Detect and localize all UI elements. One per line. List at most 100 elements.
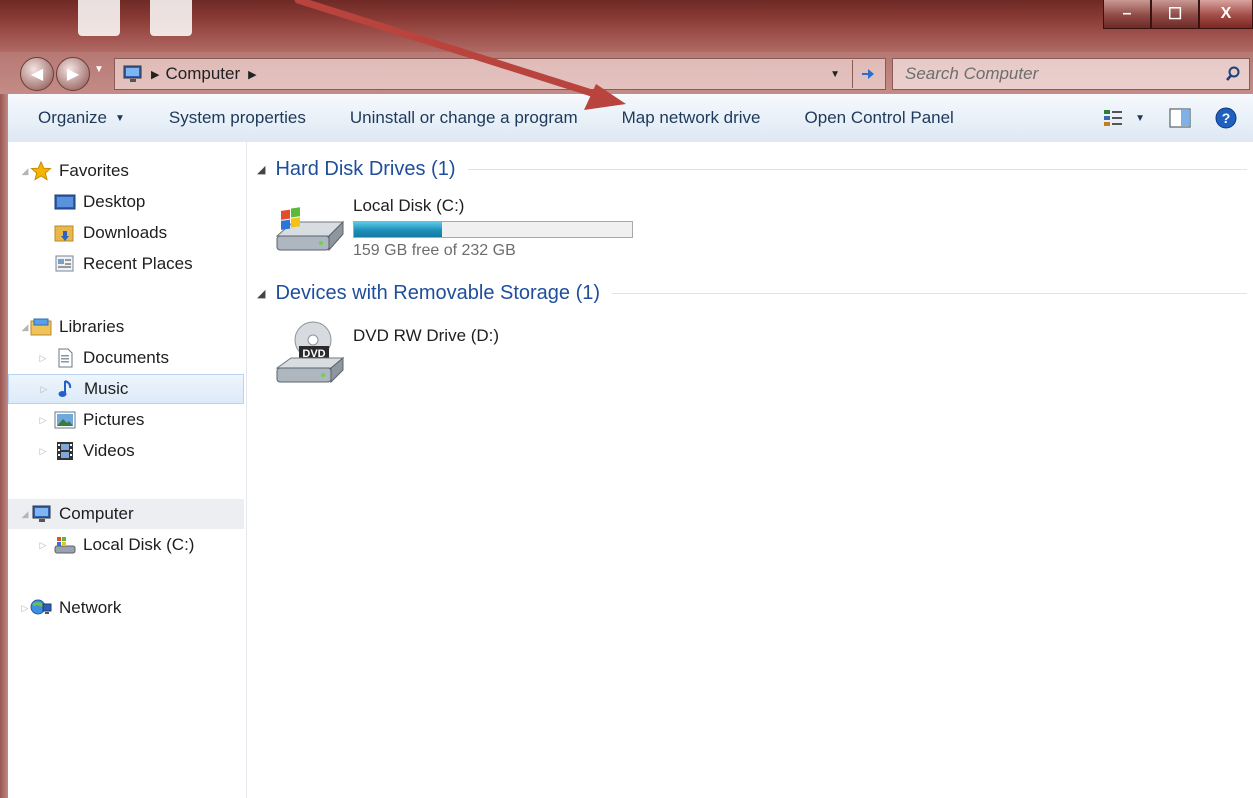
nav-music[interactable]: ▷ Music [8,374,244,404]
system-properties-button[interactable]: System properties [147,94,328,142]
map-network-drive-button[interactable]: Map network drive [600,94,783,142]
nav-desktop-label: Desktop [83,192,146,211]
collapsed-arrow-icon[interactable]: ▷ [39,384,49,395]
downloads-folder-icon [54,223,76,243]
svg-text:?: ? [1222,110,1231,126]
recent-places-icon [54,254,76,274]
computer-icon [121,64,145,84]
nav-network[interactable]: ▷ Network [8,593,244,623]
group-divider [612,293,1247,294]
help-button[interactable]: ? [1205,94,1253,142]
nav-desktop[interactable]: Desktop [8,187,244,217]
nav-libraries[interactable]: ◢ Libraries [8,312,244,342]
minimize-button[interactable]: – [1103,0,1151,29]
view-options-icon [1104,110,1123,126]
window-left-frame [0,94,8,798]
nav-local-disk[interactable]: ▷ Local Disk (C:) [8,530,244,560]
nav-computer-label: Computer [59,504,134,523]
breadcrumb-computer[interactable]: Computer [165,64,240,84]
libraries-icon [30,317,52,337]
organize-label: Organize [38,108,107,127]
organize-button[interactable]: Organize ▼ [8,94,147,142]
removable-group-title: Devices with Removable Storage (1) [275,282,601,304]
view-dropdown-icon[interactable]: ▼ [1135,113,1145,124]
local-disk-name: Local Disk (C:) [353,196,465,215]
nav-favorites-label: Favorites [59,161,129,180]
removable-group-header[interactable]: ◢ Devices with Removable Storage (1) [257,282,1247,305]
dvd-drive-name: DVD RW Drive (D:) [353,326,500,345]
chevron-down-icon: ▼ [114,112,125,124]
dvd-drive-item[interactable]: DVD DVD RW Drive (D:) [273,320,499,390]
forward-arrow-icon: ▶ [66,66,80,83]
disk-usage-bar [353,221,633,238]
back-button[interactable]: ◀ [20,57,54,91]
nav-videos[interactable]: ▷ Videos [8,436,244,466]
nav-computer[interactable]: ◢ Computer [8,499,244,529]
back-arrow-icon: ◀ [30,66,44,83]
open-control-panel-button[interactable]: Open Control Panel [783,94,976,142]
expand-arrow-icon[interactable]: ◢ [20,509,30,520]
collapsed-arrow-icon[interactable]: ▷ [38,415,48,426]
help-icon: ? [1215,107,1237,129]
recent-pages-dropdown-icon[interactable]: ▼ [94,64,104,75]
nav-pictures[interactable]: ▷ Pictures [8,405,244,435]
collapsed-arrow-icon[interactable]: ▷ [38,540,48,551]
expand-arrow-icon[interactable]: ◢ [20,322,30,333]
nav-documents[interactable]: ▷ Documents [8,343,244,373]
forward-button[interactable]: ▶ [56,57,90,91]
close-button[interactable]: X [1199,0,1253,29]
title-glare [78,0,120,36]
hard-disk-group-header[interactable]: ◢ Hard Disk Drives (1) [257,158,1247,181]
refresh-button[interactable] [852,60,885,88]
collapse-group-icon[interactable]: ◢ [257,163,265,176]
address-bar-row: ◀ ▶ ▼ ▶ Computer ▶ ▼ Search Computer [0,52,1253,94]
star-icon [30,161,52,181]
group-divider [467,169,1247,170]
disk-free-space: 159 GB free of 232 GB [353,242,516,259]
search-input[interactable]: Search Computer [905,64,1225,84]
change-view-button[interactable]: ▼ [1093,94,1155,142]
preview-pane-icon [1169,108,1191,128]
preview-pane-button[interactable] [1155,94,1205,142]
nav-favorites[interactable]: ◢ Favorites [8,156,244,186]
window-controls: – ☐ X [1103,0,1253,30]
nav-documents-label: Documents [83,348,169,367]
desktop-icon [54,192,76,212]
nav-libraries-label: Libraries [59,317,125,336]
collapsed-arrow-icon[interactable]: ▷ [38,353,48,364]
documents-icon [54,348,76,368]
expand-arrow-icon[interactable]: ◢ [20,166,30,177]
address-box[interactable]: ▶ Computer ▶ ▼ [114,58,886,90]
search-icon[interactable] [1225,66,1241,82]
collapsed-arrow-icon[interactable]: ▷ [38,446,48,457]
nav-downloads-label: Downloads [83,223,168,242]
title-glare [150,0,192,36]
breadcrumb-separator-icon[interactable]: ▶ [151,68,159,81]
local-disk-details: Local Disk (C:) 159 GB free of 232 GB [353,196,633,260]
hard-disk-group-title: Hard Disk Drives (1) [275,158,456,180]
maximize-button[interactable]: ☐ [1151,0,1199,29]
breadcrumb-chevron-icon[interactable]: ▶ [248,68,256,81]
nav-videos-label: Videos [83,441,135,460]
pictures-icon [54,410,76,430]
collapse-group-icon[interactable]: ◢ [257,287,265,300]
hard-drive-icon [273,196,347,262]
videos-icon [54,441,76,461]
uninstall-program-button[interactable]: Uninstall or change a program [328,94,600,142]
refresh-icon [862,69,874,79]
address-dropdown-icon[interactable]: ▼ [830,69,840,80]
command-bar: Organize ▼ System properties Uninstall o… [8,94,1253,143]
nav-pictures-label: Pictures [83,410,145,429]
local-disk-item[interactable]: Local Disk (C:) 159 GB free of 232 GB [273,196,633,262]
disk-usage-fill [354,222,442,237]
nav-network-label: Network [59,598,122,617]
navigation-pane: ◢ Favorites Desktop Downloads Recent Pla… [8,142,247,798]
nav-recent-places[interactable]: Recent Places [8,249,244,279]
search-box[interactable]: Search Computer [892,58,1250,90]
nav-music-label: Music [84,379,129,398]
collapsed-arrow-icon[interactable]: ▷ [20,603,30,614]
nav-local-disk-label: Local Disk (C:) [83,535,195,554]
window-title-bar[interactable]: – ☐ X [0,0,1253,52]
nav-downloads[interactable]: Downloads [8,218,244,248]
content-pane: ◢ Hard Disk Drives (1) Local Disk (C:) 1… [247,142,1253,798]
